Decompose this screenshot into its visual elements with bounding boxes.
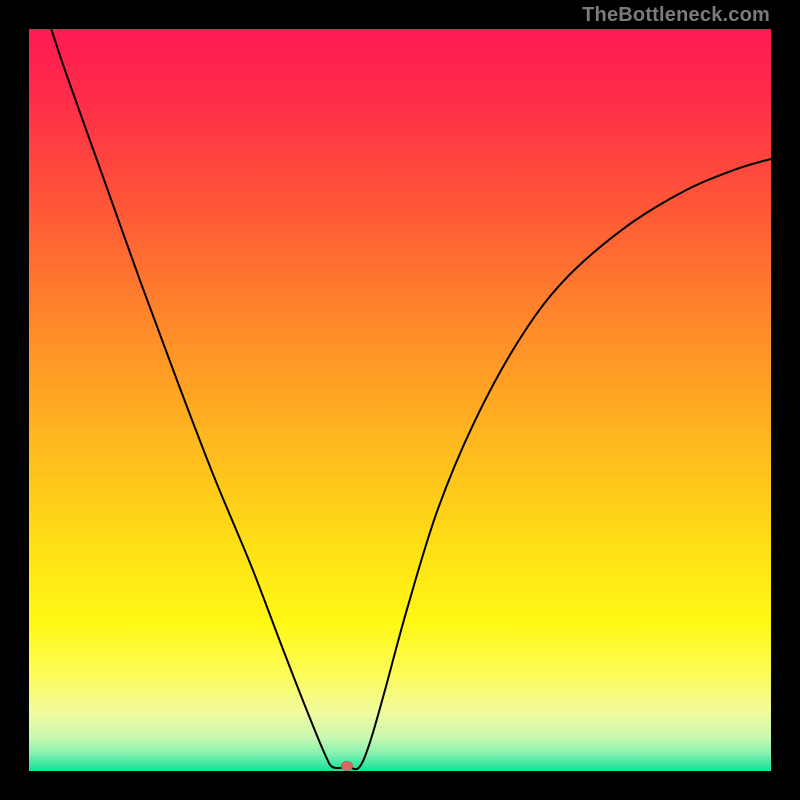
plot-area <box>29 29 771 771</box>
chart-frame: TheBottleneck.com <box>0 0 800 800</box>
watermark-text: TheBottleneck.com <box>582 4 770 27</box>
bottleneck-curve <box>29 29 771 771</box>
optimal-point-marker <box>341 761 353 771</box>
